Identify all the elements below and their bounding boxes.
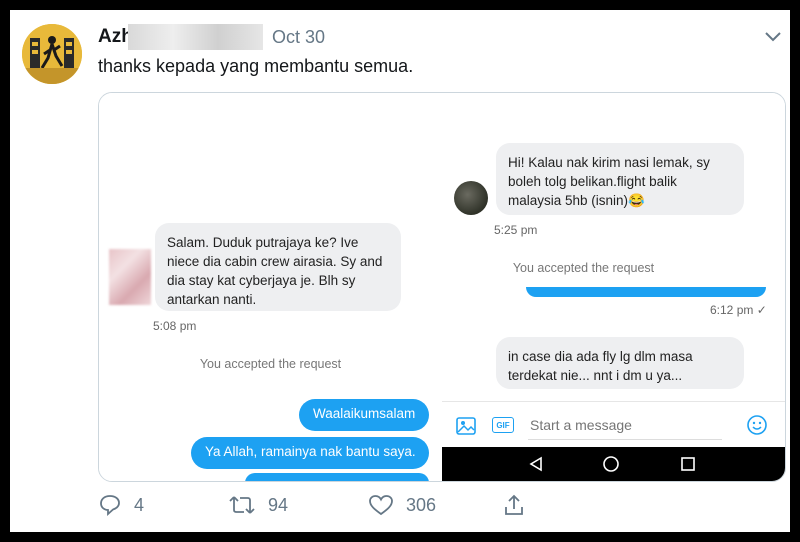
message-time: 5:08 pm (153, 319, 197, 333)
home-icon[interactable] (602, 455, 620, 473)
author-avatar[interactable] (22, 24, 82, 84)
emoji-icon[interactable] (746, 414, 768, 436)
left-chat-screenshot: Salam. Duduk putrajaya ke? Ive niece dia… (99, 93, 443, 481)
outgoing-message-partial (245, 473, 429, 481)
recents-icon[interactable] (680, 456, 696, 472)
like-icon[interactable] (368, 493, 394, 517)
reply-icon[interactable] (98, 493, 122, 517)
back-icon[interactable] (528, 456, 544, 472)
message-time: 5:25 pm (494, 223, 538, 237)
tweet-date[interactable]: Oct 30 (272, 27, 325, 48)
sender-avatar (454, 181, 488, 215)
right-chat-screenshot: Hi! Kalau nak kirim nasi lemak, sy boleh… (442, 93, 785, 481)
gif-icon[interactable]: GIF (492, 417, 514, 433)
outgoing-message: Ya Allah, ramainya nak bantu saya. (191, 437, 429, 469)
tweet-text: thanks kepada yang membantu semua. (98, 56, 414, 76)
redacted-username (128, 24, 263, 50)
tweet-card: Azh Oct 30 thanks kepada yang membantu s… (10, 10, 790, 532)
system-message: You accepted the request (512, 261, 655, 275)
share-icon[interactable] (502, 493, 526, 517)
outgoing-message-partial (526, 287, 766, 297)
reply-action[interactable]: 4 (98, 490, 144, 520)
image-icon[interactable] (456, 416, 476, 436)
chevron-down-icon[interactable] (762, 25, 784, 47)
tweet-media[interactable]: Salam. Duduk putrajaya ke? Ive niece dia… (98, 92, 786, 482)
like-count: 306 (406, 494, 437, 515)
system-message: You accepted the request (199, 357, 342, 371)
blurred-avatar (109, 249, 151, 305)
android-nav-bar (442, 447, 785, 481)
retweet-action[interactable]: 94 (228, 490, 288, 520)
retweet-count: 94 (268, 494, 289, 515)
message-input[interactable] (528, 411, 722, 440)
like-action[interactable]: 306 (368, 490, 436, 520)
message-input-bar: GIF (442, 401, 785, 448)
sent-time: 6:12 pm ✓ (710, 303, 767, 317)
tweet-actions: 4 94 306 (98, 490, 598, 520)
incoming-message: Salam. Duduk putrajaya ke? Ive niece dia… (155, 223, 401, 311)
incoming-message: Hi! Kalau nak kirim nasi lemak, sy boleh… (496, 143, 744, 215)
incoming-message: in case dia ada fly lg dlm masa terdekat… (496, 337, 744, 389)
outgoing-message: Waalaikumsalam (299, 399, 429, 431)
reply-count: 4 (134, 494, 145, 515)
avatar-image (22, 24, 82, 84)
retweet-icon[interactable] (228, 493, 256, 517)
share-action[interactable] (502, 490, 538, 520)
